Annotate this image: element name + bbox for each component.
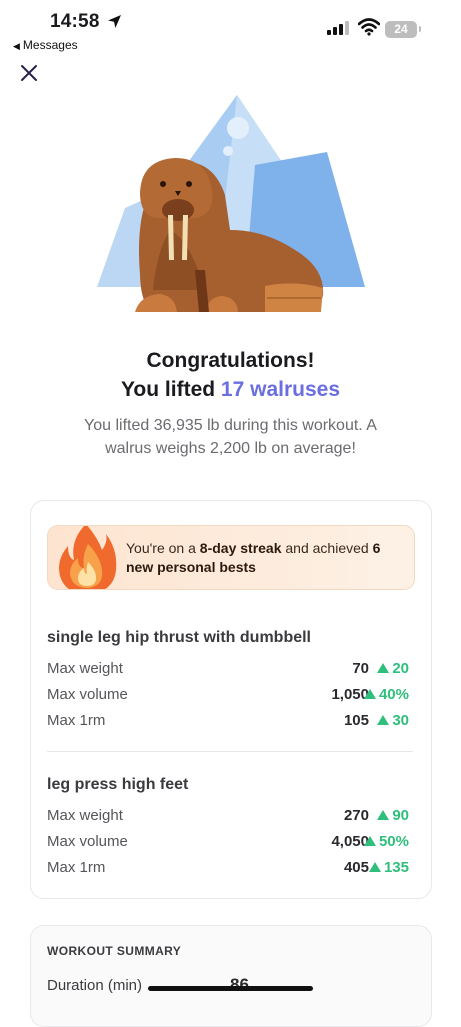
- back-to-messages-label: Messages: [22, 38, 78, 52]
- pb-label: Max 1rm: [47, 859, 106, 876]
- pb-label: Max 1rm: [47, 712, 106, 729]
- headline-line1: Congratulations!: [146, 349, 315, 372]
- workout-summary-card: WORKOUT SUMMARY Duration (min) 86: [30, 925, 432, 1027]
- pb-value: 270: [343, 807, 369, 824]
- back-triangle-icon: ◀: [13, 41, 20, 51]
- streak-message: You're on a 8-day streak and achieved 6 …: [126, 539, 406, 577]
- exercise-title: leg press high feet: [47, 776, 189, 793]
- pb-row: Max weight 70 20: [47, 660, 413, 682]
- streak-middle: and achieved: [281, 540, 373, 556]
- pb-label: Max volume: [47, 833, 128, 850]
- pb-delta-value: 90: [392, 807, 409, 824]
- pb-label: Max weight: [47, 807, 123, 824]
- duration-label: Duration (min): [47, 977, 143, 994]
- location-arrow-icon: [108, 15, 121, 28]
- pb-delta: 135: [368, 859, 409, 876]
- pb-delta: 20: [377, 660, 409, 677]
- weight-summary-text: You lifted 36,935 lb during this workout…: [84, 417, 377, 457]
- status-time: 14:58: [50, 11, 100, 32]
- battery-level: 24: [394, 22, 408, 36]
- divider: [47, 751, 413, 752]
- close-icon[interactable]: [18, 62, 40, 84]
- status-bar: 14:58 ◀ Messages 24: [0, 0, 461, 56]
- pb-delta-value: 20: [392, 660, 409, 677]
- up-arrow-icon: [377, 715, 390, 725]
- battery-nub: [419, 26, 421, 32]
- up-arrow-icon: [363, 689, 376, 699]
- walrus-count: 17 walruses: [220, 378, 341, 401]
- up-arrow-icon: [363, 836, 376, 846]
- back-to-messages-link[interactable]: ◀ Messages: [13, 38, 78, 52]
- pb-delta: 50%: [363, 833, 409, 850]
- pb-value: 105: [343, 712, 369, 729]
- walrus-illustration: [97, 95, 365, 312]
- pb-value: 70: [352, 660, 369, 677]
- pb-row: Max 1rm 105 30: [47, 712, 413, 734]
- battery-icon: 24: [385, 21, 417, 38]
- duration-value: 86: [230, 975, 249, 994]
- up-arrow-icon: [377, 810, 390, 820]
- pb-row: Max volume 1,050 40%: [47, 686, 413, 708]
- congratulations-heading: Congratulations! You lifted 17 walruses: [0, 346, 461, 404]
- streak-banner: You're on a 8-day streak and achieved 6 …: [47, 525, 415, 590]
- pb-label: Max weight: [47, 660, 123, 677]
- streak-prefix: You're on a: [126, 540, 200, 556]
- pb-label: Max volume: [47, 686, 128, 703]
- pb-delta-value: 50%: [378, 833, 409, 850]
- pb-delta-value: 40%: [378, 686, 409, 703]
- pb-delta-value: 135: [383, 859, 409, 876]
- home-indicator[interactable]: [148, 986, 313, 991]
- pb-delta: 30: [377, 712, 409, 729]
- personal-bests-card: You're on a 8-day streak and achieved 6 …: [30, 500, 432, 899]
- pb-row: Max weight 270 90: [47, 807, 413, 829]
- flame-icon: [59, 526, 117, 589]
- workout-summary-title: WORKOUT SUMMARY: [47, 944, 182, 958]
- wifi-icon: [358, 18, 380, 36]
- up-arrow-icon: [377, 663, 390, 673]
- pb-value: 405: [343, 859, 369, 876]
- cellular-signal-icon: [327, 21, 349, 35]
- headline-line2: You lifted 17 walruses: [0, 375, 461, 404]
- pb-row: Max 1rm 405 135: [47, 859, 413, 881]
- up-arrow-icon: [368, 862, 381, 872]
- pb-delta-value: 30: [392, 712, 409, 729]
- headline-line2-prefix: You lifted: [120, 378, 221, 401]
- pb-row: Max volume 4,050 50%: [47, 833, 413, 855]
- pb-delta: 90: [377, 807, 409, 824]
- pb-delta: 40%: [363, 686, 409, 703]
- streak-days: 8-day streak: [199, 540, 282, 556]
- exercise-title: single leg hip thrust with dumbbell: [47, 629, 311, 646]
